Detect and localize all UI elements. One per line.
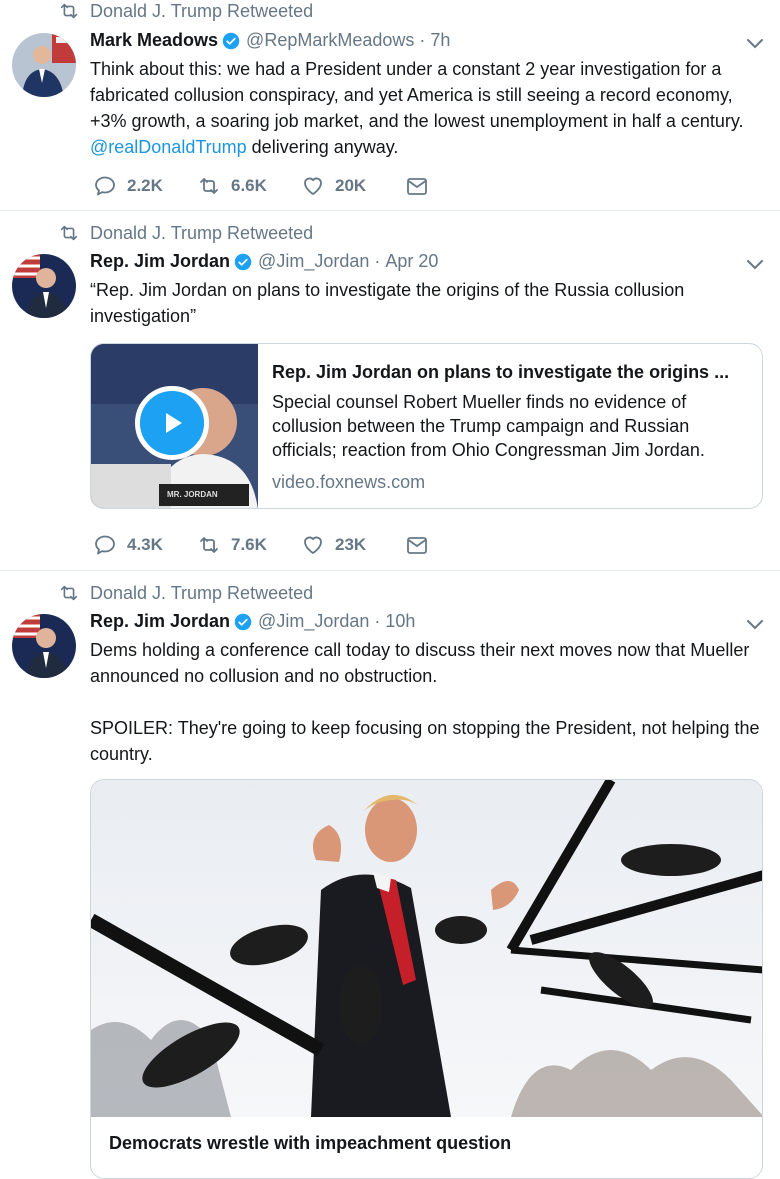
chevron-down-icon[interactable] [746, 259, 764, 271]
dm-button[interactable] [405, 533, 509, 557]
link-card[interactable]: MR. JORDAN Rep. Jim Jordan on plans to i… [90, 343, 763, 509]
author-name[interactable]: Rep. Jim Jordan [90, 251, 230, 272]
like-icon [301, 174, 325, 198]
dm-button[interactable] [405, 174, 509, 198]
tweet-paragraph-2: SPOILER: They're going to keep focusing … [90, 718, 760, 764]
mention-link[interactable]: @realDonaldTrump [90, 137, 247, 157]
author-handle[interactable]: @Jim_Jordan [258, 611, 369, 632]
like-icon [301, 533, 325, 557]
retweet-icon [197, 174, 221, 198]
author-name[interactable]: Mark Meadows [90, 30, 218, 51]
author-name[interactable]: Rep. Jim Jordan [90, 611, 230, 632]
like-button[interactable]: 23K [301, 533, 405, 557]
video-thumbnail[interactable]: MR. JORDAN [91, 344, 258, 508]
avatar[interactable] [12, 33, 76, 97]
avatar[interactable] [12, 614, 76, 678]
avatar[interactable] [12, 254, 76, 318]
chevron-down-icon[interactable] [746, 619, 764, 631]
retweeted-by-label: Donald J. Trump Retweeted [90, 582, 314, 603]
card-title: Rep. Jim Jordan on plans to investigate … [272, 362, 730, 382]
reply-button[interactable]: 4.3K [93, 533, 197, 557]
nameplate: MR. JORDAN [167, 490, 218, 499]
reply-icon [93, 533, 117, 557]
card-title: Democrats wrestle with impeachment quest… [109, 1133, 512, 1153]
tweet-text: Think about this: we had a President und… [90, 59, 744, 157]
tweet-actions: 4.3K 7.6K 23K [93, 533, 509, 557]
tweet-text: “Rep. Jim Jordan on plans to investigate… [90, 280, 685, 326]
retweeted-by-label: Donald J. Trump Retweeted [90, 222, 314, 243]
tweet-2[interactable]: Donald J. Trump Retweeted Rep. Jim Jorda… [0, 211, 780, 571]
card-photo[interactable] [91, 780, 762, 1117]
card-domain: video.foxnews.com [272, 472, 426, 492]
tweet-time[interactable]: 10h [385, 611, 415, 632]
retweet-icon [58, 0, 80, 22]
retweet-context: Donald J. Trump Retweeted [58, 582, 313, 604]
author-handle[interactable]: @RepMarkMeadows [246, 30, 414, 51]
author-handle[interactable]: @Jim_Jordan [258, 251, 369, 272]
tweet-time[interactable]: 7h [430, 30, 450, 51]
verified-icon [234, 253, 252, 271]
tweet-1[interactable]: Donald J. Trump Retweeted Mark Meadows @… [0, 0, 780, 211]
retweet-button[interactable]: 7.6K [197, 533, 301, 557]
reply-button[interactable]: 2.2K [93, 174, 197, 198]
retweet-context: Donald J. Trump Retweeted [58, 222, 313, 244]
card-description: Special counsel Robert Mueller finds no … [272, 392, 705, 460]
retweeted-by-label: Donald J. Trump Retweeted [90, 0, 314, 21]
tweet-time[interactable]: Apr 20 [385, 251, 438, 272]
chevron-down-icon[interactable] [746, 38, 764, 50]
verified-icon [234, 613, 252, 631]
play-icon[interactable] [135, 386, 209, 460]
retweet-context: Donald J. Trump Retweeted [58, 0, 313, 22]
tweet-header: Rep. Jim Jordan @Jim_Jordan · Apr 20 [90, 251, 439, 272]
dm-icon [405, 533, 429, 557]
reply-icon [93, 174, 117, 198]
tweet-header: Mark Meadows @RepMarkMeadows · 7h [90, 30, 451, 51]
retweet-button[interactable]: 6.6K [197, 174, 301, 198]
like-button[interactable]: 20K [301, 174, 405, 198]
tweet-text: Dems holding a conference call today to … [90, 637, 765, 767]
retweet-icon [58, 222, 80, 244]
verified-icon [222, 32, 240, 50]
tweet-actions: 2.2K 6.6K 20K [93, 174, 509, 198]
tweet-paragraph-1: Dems holding a conference call today to … [90, 640, 750, 686]
dm-icon [405, 174, 429, 198]
link-card-large[interactable]: Democrats wrestle with impeachment quest… [90, 779, 763, 1179]
retweet-icon [58, 582, 80, 604]
tweet-header: Rep. Jim Jordan @Jim_Jordan · 10h [90, 611, 416, 632]
retweet-icon [197, 533, 221, 557]
